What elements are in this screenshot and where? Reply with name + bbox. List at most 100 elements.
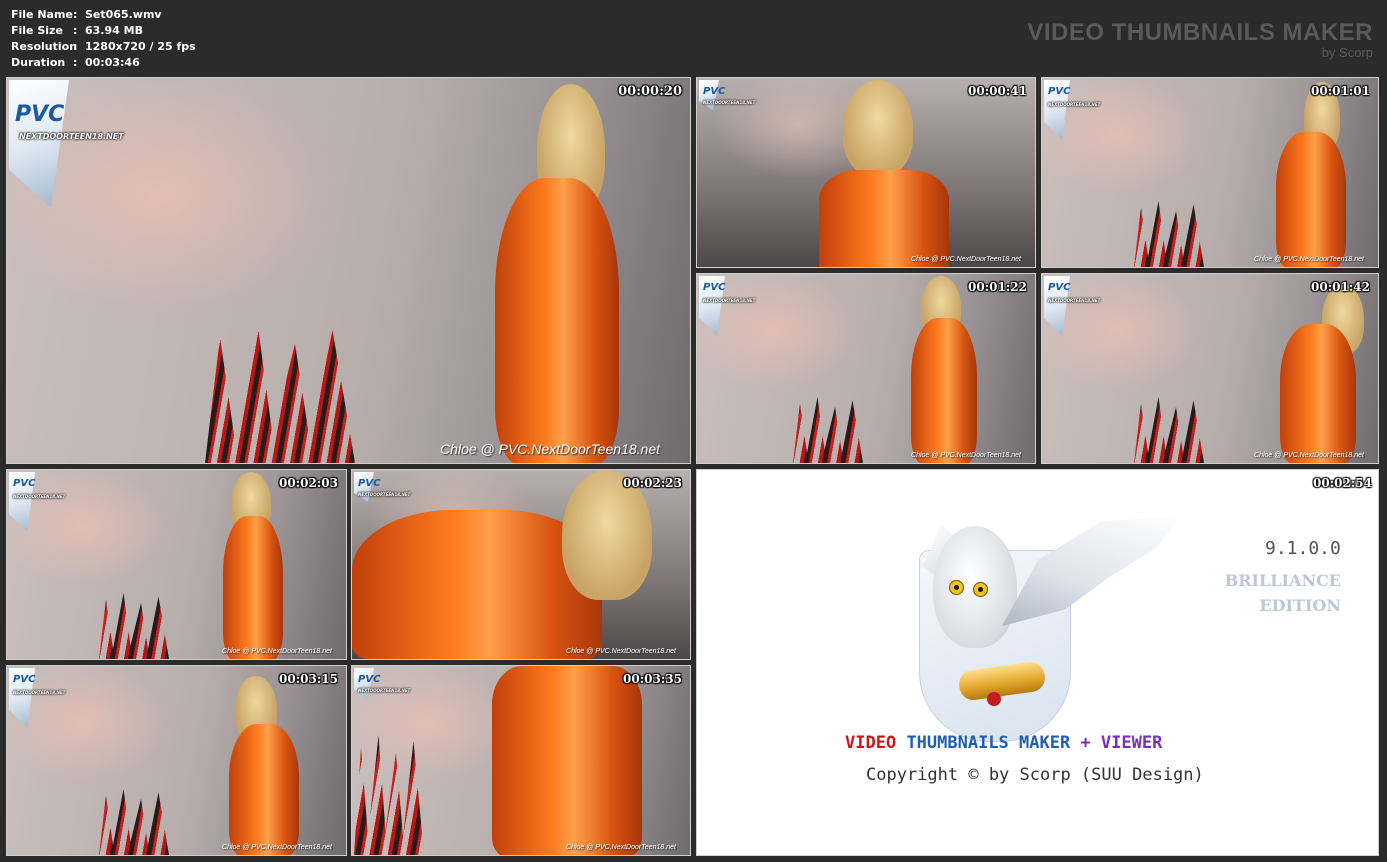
logo-site-text: NEXTDOORTEEN18.NET [1048,298,1101,303]
info-row-filesize: File Size : 63.94 MB [11,23,196,39]
pvc-logo: PVC NEXTDOORTEEN18.NET [699,80,759,120]
logo-mark-text: PVC [703,282,726,293]
logo-mark-text: PVC [13,478,36,489]
subject-dress [229,724,299,855]
logo-mark-text: PVC [358,674,381,685]
thumbnail-timestamp: 00:01:42 [1311,280,1370,294]
subject-dress [911,318,977,463]
info-value-resolution: 1280x720 / 25 fps [85,40,196,53]
info-key: Resolution [11,40,78,53]
file-info-panel: File Name : Set065.wmv File Size : 63.94… [11,7,196,71]
seal-icon [987,692,1001,706]
plant-decoration [99,789,169,855]
info-row-duration: Duration : 00:03:46 [11,55,196,71]
plant-decoration [1134,201,1204,267]
video-thumbnail[interactable]: PVC NEXTDOORTEEN18.NET 00:03:35 Chloe @ … [351,665,691,856]
thumbnail-watermark: Chloe @ PVC.NextDoorTeen18.net [911,452,1021,459]
thumbnail-timestamp: 00:02:23 [623,476,682,490]
thumbnail-timestamp: 00:00:20 [618,84,682,99]
info-separator: : [73,8,78,21]
pvc-logo: PVC NEXTDOORTEEN18.NET [699,276,759,336]
logo-mark-text: PVC [15,102,65,127]
logo-site-text: NEXTDOORTEEN18.NET [13,690,66,695]
video-thumbnail[interactable]: PVC NEXTDOORTEEN18.NET 00:00:20 Chloe @ … [6,77,691,464]
splash-edition-line1: BRILLIANCE [1224,571,1341,590]
video-thumbnail[interactable]: PVC NEXTDOORTEEN18.NET 00:00:41 Chloe @ … [696,77,1036,268]
video-thumbnail[interactable]: PVC NEXTDOORTEEN18.NET 00:01:22 Chloe @ … [696,273,1036,464]
pvc-logo: PVC NEXTDOORTEEN18.NET [1044,276,1104,336]
plant-decoration [354,735,424,855]
thumbnail-watermark: Chloe @ PVC.NextDoorTeen18.net [222,648,332,655]
video-thumbnail[interactable]: PVC NEXTDOORTEEN18.NET 00:03:15 Chloe @ … [6,665,347,856]
plant-decoration [1134,397,1204,463]
video-thumbnail[interactable]: PVC NEXTDOORTEEN18.NET 00:02:23 Chloe @ … [351,469,691,660]
brand-title: VIDEO THUMBNAILS MAKER [1027,19,1373,46]
splash-copyright: Copyright © by Scorp (SUU Design) [866,765,1204,785]
splash-version: 9.1.0.0 [1265,538,1341,559]
logo-mark-text: PVC [1048,282,1071,293]
logo-mark-text: PVC [13,674,36,685]
splash-edition: BRILLIANCE EDITION [1215,568,1341,618]
subject-dress [492,666,642,855]
logo-mark-text: PVC [358,478,381,489]
info-value-filename: Set065.wmv [85,8,162,21]
pvc-logo: PVC NEXTDOORTEEN18.NET [9,80,124,210]
thumbnail-timestamp: 00:01:22 [968,280,1027,294]
video-thumbnail[interactable]: PVC NEXTDOORTEEN18.NET 00:01:01 Chloe @ … [1041,77,1379,268]
thumbnail-watermark: Chloe @ PVC.NextDoorTeen18.net [566,844,676,851]
logo-mark-text: PVC [1048,86,1071,97]
thumbnail-watermark: Chloe @ PVC.NextDoorTeen18.net [222,844,332,851]
info-key: File Size [11,24,63,37]
info-key: File Name [11,8,73,21]
logo-site-text: NEXTDOORTEEN18.NET [358,492,411,497]
app-splash-thumbnail[interactable]: 00:02:54 9.1.0.0 BRILLIANCE EDITION VIDE… [696,469,1379,856]
splash-title-part2: THUMBNAILS MAKER [906,733,1071,753]
pvc-logo: PVC NEXTDOORTEEN18.NET [9,472,69,532]
splash-edition-line2: EDITION [1259,596,1341,615]
app-brand: VIDEO THUMBNAILS MAKER by Scorp [1027,20,1373,60]
info-separator: : [73,56,78,69]
owl-eye-icon [973,582,988,597]
subject-hair [843,80,913,176]
thumbnail-timestamp: 00:01:01 [1311,84,1370,98]
splash-title: VIDEO THUMBNAILS MAKER + VIEWER [845,733,1162,753]
thumbnail-watermark: Chloe @ PVC.NextDoorTeen18.net [566,648,676,655]
video-thumbnail[interactable]: PVC NEXTDOORTEEN18.NET 00:02:03 Chloe @ … [6,469,347,660]
thumbnail-timestamp: 00:02:03 [279,476,338,490]
info-row-filename: File Name : Set065.wmv [11,7,196,23]
logo-site-text: NEXTDOORTEEN18.NET [19,132,124,141]
thumbnail-watermark: Chloe @ PVC.NextDoorTeen18.net [1254,452,1364,459]
brand-subtitle: by Scorp [1321,45,1373,60]
pvc-logo: PVC NEXTDOORTEEN18.NET [9,668,69,728]
thumbnail-watermark: Chloe @ PVC.NextDoorTeen18.net [911,256,1021,263]
plant-decoration [205,323,355,463]
logo-site-text: NEXTDOORTEEN18.NET [1048,102,1101,107]
subject-dress [495,178,619,463]
video-thumbnail[interactable]: PVC NEXTDOORTEEN18.NET 00:01:42 Chloe @ … [1041,273,1379,464]
thumbnail-watermark: Chloe @ PVC.NextDoorTeen18.net [440,441,660,457]
logo-site-text: NEXTDOORTEEN18.NET [358,688,411,693]
thumbnail-timestamp: 00:03:15 [279,672,338,686]
thumbnail-watermark: Chloe @ PVC.NextDoorTeen18.net [1254,256,1364,263]
subject-dress [1280,324,1356,463]
logo-site-text: NEXTDOORTEEN18.NET [13,494,66,499]
owl-eye-icon [949,580,964,595]
plant-decoration [793,397,863,463]
splash-title-part3: + VIEWER [1080,733,1163,753]
info-value-duration: 00:03:46 [85,56,140,69]
info-separator: : [73,24,78,37]
thumbnail-timestamp: 00:00:41 [968,84,1027,98]
subject-dress [1276,132,1346,267]
logo-site-text: NEXTDOORTEEN18.NET [703,100,756,105]
info-separator: : [73,40,78,53]
logo-site-text: NEXTDOORTEEN18.NET [703,298,756,303]
subject-dress [223,516,283,659]
info-value-filesize: 63.94 MB [85,24,143,37]
logo-mark-icon [9,80,69,208]
plant-decoration [99,593,169,659]
pvc-logo: PVC NEXTDOORTEEN18.NET [1044,80,1104,140]
splash-title-part1: VIDEO [845,733,897,753]
thumbnail-timestamp: 00:02:54 [1313,476,1372,490]
info-row-resolution: Resolution : 1280x720 / 25 fps [11,39,196,55]
pvc-logo: PVC NEXTDOORTEEN18.NET [354,668,414,708]
